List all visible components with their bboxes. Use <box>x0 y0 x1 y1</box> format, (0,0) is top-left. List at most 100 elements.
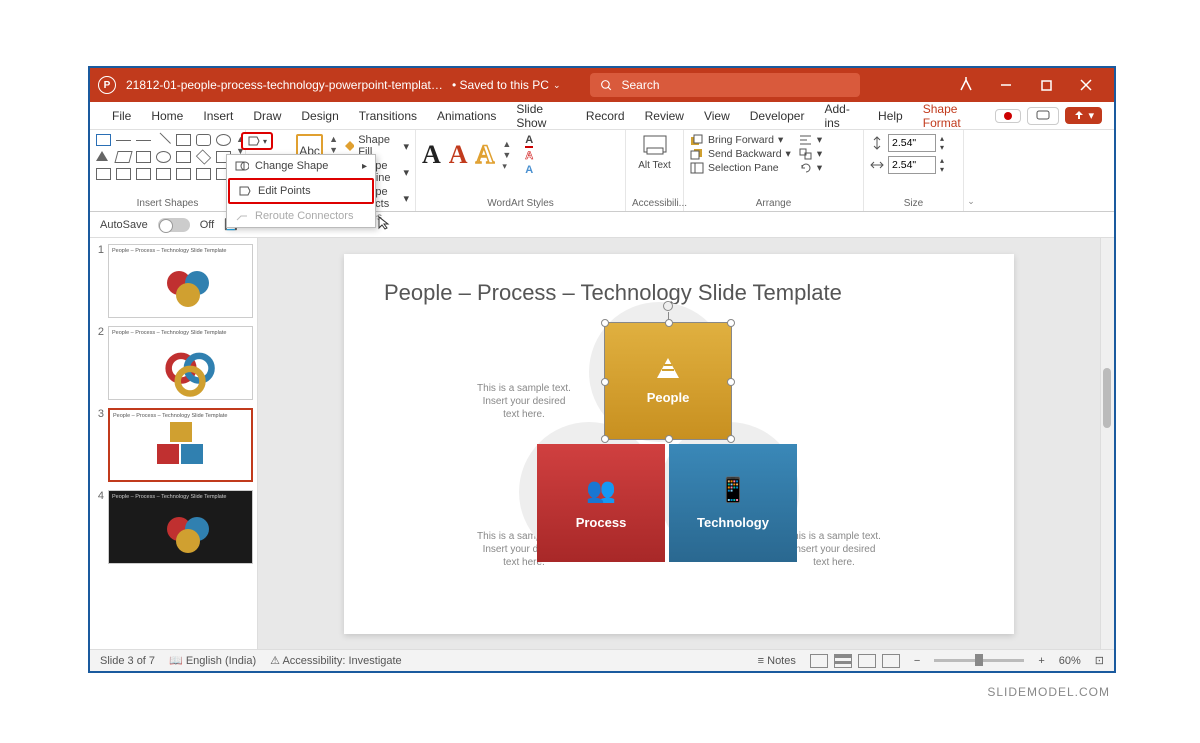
tab-animations[interactable]: Animations <box>427 102 506 130</box>
resize-handle[interactable] <box>665 435 673 443</box>
autosave-label: AutoSave <box>100 219 148 231</box>
group-arrange: Bring Forward ▾ Send Backward ▾ Selectio… <box>684 130 864 211</box>
autosave-toggle[interactable] <box>158 218 190 232</box>
tab-file[interactable]: File <box>102 102 141 130</box>
wordart-preset-1[interactable]: A <box>422 140 441 170</box>
autosave-off-label: Off <box>200 219 214 231</box>
group-label-size: Size <box>870 196 957 209</box>
search-input[interactable]: Search <box>590 73 860 97</box>
group-label-wordart: WordArt Styles <box>422 196 619 209</box>
tab-insert[interactable]: Insert <box>193 102 243 130</box>
text-fill-button[interactable]: A <box>525 134 533 148</box>
shape-gallery[interactable] <box>96 134 232 182</box>
minimize-button[interactable] <box>986 68 1026 102</box>
maximize-button[interactable] <box>1026 68 1066 102</box>
edit-shape-button[interactable]: ▾ <box>241 132 273 150</box>
group-label-shapes: Insert Shapes <box>96 196 239 209</box>
title-bar: P 21812-01-people-process-technology-pow… <box>90 68 1114 102</box>
wordart-preset-3[interactable]: A <box>476 140 495 170</box>
notes-button[interactable]: ≡ Notes <box>758 655 796 667</box>
resize-handle[interactable] <box>601 319 609 327</box>
slide-count[interactable]: Slide 3 of 7 <box>100 655 155 667</box>
slide-thumbnail-2[interactable]: People – Process – Technology Slide Temp… <box>108 326 253 400</box>
slide-editor[interactable]: People – Process – Technology Slide Temp… <box>258 238 1100 649</box>
slide-thumbnail-4[interactable]: People – Process – Technology Slide Temp… <box>108 490 253 564</box>
tab-developer[interactable]: Developer <box>740 102 815 130</box>
process-card[interactable]: 👥 Process <box>537 444 665 562</box>
tab-shape-format[interactable]: Shape Format <box>913 102 996 130</box>
people-group-icon: 👥 <box>586 476 616 505</box>
accessibility-status[interactable]: ⚠ Accessibility: Investigate <box>270 654 402 667</box>
phone-icon: 📱 <box>718 476 748 505</box>
sorter-view-button[interactable] <box>834 654 852 668</box>
cameo-button[interactable] <box>995 109 1021 123</box>
workspace: 1 People – Process – Technology Slide Te… <box>90 238 1114 649</box>
zoom-slider[interactable] <box>934 659 1024 662</box>
slide-thumbnail-3[interactable]: People – Process – Technology Slide Temp… <box>108 408 253 482</box>
save-status[interactable]: • Saved to this PC <box>452 78 549 92</box>
edit-shape-icon <box>247 135 261 147</box>
fit-to-window-button[interactable]: ⊡ <box>1095 654 1104 667</box>
menu-change-shape[interactable]: Change Shape▸ <box>227 155 375 177</box>
menu-edit-points[interactable]: Edit Points <box>228 178 374 204</box>
vertical-scrollbar[interactable] <box>1100 238 1114 649</box>
sample-text-1[interactable]: This is a sample text. Insert your desir… <box>474 382 574 421</box>
shape-height-input[interactable]: ▴▾ <box>870 134 957 152</box>
resize-handle[interactable] <box>727 435 735 443</box>
tab-review[interactable]: Review <box>635 102 694 130</box>
app-window: P 21812-01-people-process-technology-pow… <box>88 66 1116 673</box>
group-label-accessibility: Accessibili... <box>632 196 677 209</box>
tab-slideshow[interactable]: Slide Show <box>506 102 576 130</box>
resize-handle[interactable] <box>601 435 609 443</box>
group-wordart: A A A ▲▼▾ A A A WordArt Styles <box>416 130 626 211</box>
alt-text-button[interactable]: Alt Text <box>632 134 677 171</box>
shape-width-input[interactable]: ▴▾ <box>870 156 957 174</box>
rotate-handle[interactable] <box>663 301 673 311</box>
text-effects-button[interactable]: A <box>525 164 533 176</box>
bring-forward-button[interactable]: Bring Forward ▾ <box>690 134 791 146</box>
powerpoint-icon: P <box>98 76 116 94</box>
resize-handle[interactable] <box>601 378 609 386</box>
tab-view[interactable]: View <box>694 102 740 130</box>
group-button[interactable]: ▾ <box>799 148 822 160</box>
resize-handle[interactable] <box>727 378 735 386</box>
tab-home[interactable]: Home <box>141 102 193 130</box>
rotate-button[interactable]: ▾ <box>799 162 822 174</box>
tab-transitions[interactable]: Transitions <box>349 102 427 130</box>
cursor-icon <box>377 215 391 231</box>
tab-addins[interactable]: Add-ins <box>814 102 868 130</box>
share-button[interactable]: ▾ <box>1065 107 1102 124</box>
thumbnail-panel[interactable]: 1 People – Process – Technology Slide Te… <box>90 238 258 649</box>
reading-view-button[interactable] <box>858 654 876 668</box>
group-insert-shapes: ▲ ▼ ▾ ▾ Insert Shapes <box>90 130 246 211</box>
tab-design[interactable]: Design <box>291 102 348 130</box>
slide-title[interactable]: People – Process – Technology Slide Temp… <box>384 280 974 306</box>
resize-handle[interactable] <box>727 319 735 327</box>
tab-draw[interactable]: Draw <box>243 102 291 130</box>
zoom-out-button[interactable]: − <box>914 655 920 667</box>
technology-card[interactable]: 📱 Technology <box>669 444 797 562</box>
normal-view-button[interactable] <box>810 654 828 668</box>
comments-button[interactable] <box>1027 107 1059 125</box>
tab-record[interactable]: Record <box>576 102 635 130</box>
people-card-selected[interactable]: People <box>604 322 732 440</box>
text-outline-button[interactable]: A <box>525 150 533 162</box>
tab-help[interactable]: Help <box>868 102 913 130</box>
zoom-level[interactable]: 60% <box>1059 655 1081 667</box>
wordart-preset-2[interactable]: A <box>449 140 468 170</box>
language-status[interactable]: 📖 English (India) <box>169 654 256 667</box>
ribbon-bar: ▲ ▼ ▾ ▾ Insert Shapes Change Shape▸ Edit… <box>90 130 1114 212</box>
chevron-down-icon[interactable]: ⌄ <box>553 80 561 91</box>
ribbon-display-options[interactable] <box>946 68 986 102</box>
selection-pane-button[interactable]: Selection Pane <box>690 162 791 174</box>
sample-text-3[interactable]: This is a sample text. Insert your desir… <box>784 530 884 569</box>
resize-handle[interactable] <box>665 319 673 327</box>
collapse-ribbon-button[interactable]: ⌄ <box>964 130 978 211</box>
send-backward-button[interactable]: Send Backward ▾ <box>690 148 791 160</box>
group-size: ▴▾ ▴▾ Size <box>864 130 964 211</box>
close-button[interactable] <box>1066 68 1106 102</box>
zoom-in-button[interactable]: + <box>1038 655 1044 667</box>
slide-thumbnail-1[interactable]: People – Process – Technology Slide Temp… <box>108 244 253 318</box>
slideshow-view-button[interactable] <box>882 654 900 668</box>
align-button[interactable]: ▾ <box>799 134 822 146</box>
